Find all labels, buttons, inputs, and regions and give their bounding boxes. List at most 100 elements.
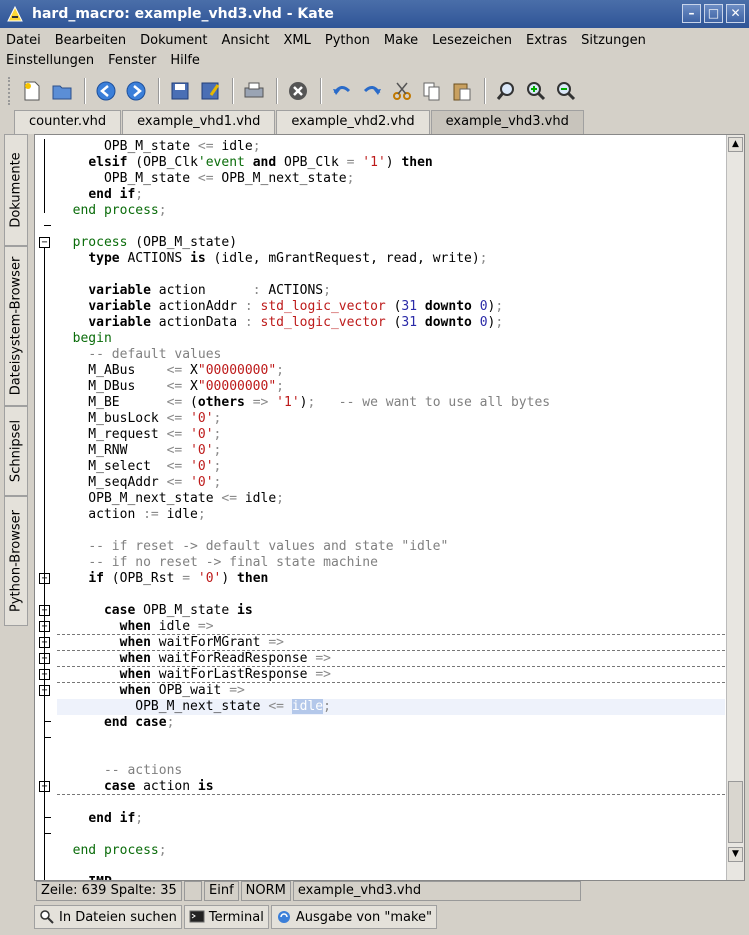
code-line[interactable]: M_busLock <= '0'; <box>57 411 725 427</box>
scroll-thumb[interactable] <box>728 781 743 843</box>
forward-icon[interactable] <box>122 77 150 105</box>
code-line[interactable]: end if; <box>57 811 725 827</box>
code-line[interactable] <box>57 795 725 811</box>
code-editor[interactable]: −−−++++−+ OPB_M_state <= idle; elsif (OP… <box>34 134 745 881</box>
code-line[interactable]: M_RNW <= '0'; <box>57 443 725 459</box>
menu-sitzungen[interactable]: Sitzungen <box>581 31 646 51</box>
code-line[interactable]: -- if no reset -> final state machine <box>57 555 725 571</box>
menu-xml[interactable]: XML <box>283 31 310 51</box>
code-line[interactable] <box>57 219 725 235</box>
find-icon[interactable] <box>492 77 520 105</box>
vertical-scrollbar[interactable]: ▲ ▼ <box>726 135 744 880</box>
menu-python[interactable]: Python <box>325 31 370 51</box>
tool-tab-make-output[interactable]: Ausgabe von "make" <box>270 905 438 929</box>
code-line[interactable]: M_request <= '0'; <box>57 427 725 443</box>
toolbar-grip[interactable] <box>8 77 12 105</box>
sidetab-python-browser[interactable]: Python-Browser <box>4 496 28 626</box>
tab-example-vhd2[interactable]: example_vhd2.vhd <box>276 110 430 134</box>
close-window-icon[interactable]: ✕ <box>726 4 745 23</box>
new-file-icon[interactable] <box>18 77 46 105</box>
back-icon[interactable] <box>92 77 120 105</box>
tool-tab-terminal[interactable]: Terminal <box>183 905 269 929</box>
tab-example-vhd1[interactable]: example_vhd1.vhd <box>122 110 276 134</box>
code-line[interactable]: when waitForReadResponse => <box>57 651 725 667</box>
code-line[interactable]: case action is <box>57 779 725 795</box>
tab-example-vhd3[interactable]: example_vhd3.vhd <box>430 110 584 134</box>
code-line[interactable] <box>57 827 725 843</box>
redo-icon[interactable] <box>358 77 386 105</box>
menu-lesezeichen[interactable]: Lesezeichen <box>432 31 512 51</box>
code-line[interactable]: variable actionData : std_logic_vector (… <box>57 315 725 331</box>
code-line[interactable] <box>57 267 725 283</box>
code-line[interactable]: end process; <box>57 843 725 859</box>
code-line[interactable]: type ACTIONS is (idle, mGrantRequest, re… <box>57 251 725 267</box>
menu-dokument[interactable]: Dokument <box>140 31 207 51</box>
maximize-icon[interactable]: □ <box>704 4 723 23</box>
code-line[interactable] <box>57 859 725 875</box>
zoom-in-icon[interactable] <box>522 77 550 105</box>
code-line[interactable]: if (OPB_Rst = '0') then <box>57 571 725 587</box>
code-line[interactable]: end if; <box>57 187 725 203</box>
code-line[interactable] <box>57 747 725 763</box>
undo-icon[interactable] <box>328 77 356 105</box>
paste-icon[interactable] <box>448 77 476 105</box>
menu-make[interactable]: Make <box>384 31 418 51</box>
code-line[interactable]: when OPB_wait => <box>57 683 725 699</box>
save-icon[interactable] <box>166 77 194 105</box>
tab-counter[interactable]: counter.vhd <box>14 110 122 134</box>
code-line[interactable]: M_BE <= (others => '1'); -- we want to u… <box>57 395 725 411</box>
scroll-down-icon[interactable]: ▼ <box>728 847 743 862</box>
code-line[interactable]: OPB_M_next_state <= idle; <box>57 699 725 715</box>
menu-einstellungen[interactable]: Einstellungen <box>6 51 94 71</box>
sidetab-schnipsel[interactable]: Schnipsel <box>4 406 28 496</box>
code-line[interactable]: end case; <box>57 715 725 731</box>
code-line[interactable]: -- default values <box>57 347 725 363</box>
fold-collapse-icon[interactable]: − <box>39 237 50 248</box>
print-icon[interactable] <box>240 77 268 105</box>
code-line[interactable]: when waitForLastResponse => <box>57 667 725 683</box>
code-line[interactable]: M_ABus <= X"00000000"; <box>57 363 725 379</box>
code-line[interactable]: OPB_M_state <= idle; <box>57 139 725 155</box>
menu-hilfe[interactable]: Hilfe <box>170 51 200 71</box>
copy-icon[interactable] <box>418 77 446 105</box>
code-line[interactable]: when idle => <box>57 619 725 635</box>
cut-icon[interactable] <box>388 77 416 105</box>
menu-datei[interactable]: Datei <box>6 31 41 51</box>
tool-tab-find-in-files[interactable]: In Dateien suchen <box>34 905 182 929</box>
scroll-up-icon[interactable]: ▲ <box>728 137 743 152</box>
code-line[interactable] <box>57 523 725 539</box>
code-line[interactable]: case OPB_M_state is <box>57 603 725 619</box>
code-line[interactable]: variable actionAddr : std_logic_vector (… <box>57 299 725 315</box>
menu-extras[interactable]: Extras <box>526 31 567 51</box>
code-area[interactable]: OPB_M_state <= idle; elsif (OPB_Clk'even… <box>57 139 725 880</box>
code-line[interactable]: -- if reset -> default values and state … <box>57 539 725 555</box>
code-line[interactable]: begin <box>57 331 725 347</box>
code-line[interactable]: when waitForMGrant => <box>57 635 725 651</box>
code-line[interactable]: OPB_M_state <= OPB_M_next_state; <box>57 171 725 187</box>
menu-ansicht[interactable]: Ansicht <box>221 31 269 51</box>
code-line[interactable] <box>57 587 725 603</box>
code-line[interactable]: process (OPB_M_state) <box>57 235 725 251</box>
code-line[interactable]: M_seqAddr <= '0'; <box>57 475 725 491</box>
insert-mode[interactable]: Einf <box>204 881 239 901</box>
close-icon[interactable] <box>284 77 312 105</box>
fold-end-marker <box>44 833 51 834</box>
sidetab-dokumente[interactable]: Dokumente <box>4 134 28 246</box>
minimize-icon[interactable]: – <box>682 4 701 23</box>
save-as-icon[interactable] <box>196 77 224 105</box>
code-line[interactable]: OPB_M_next_state <= idle; <box>57 491 725 507</box>
code-line[interactable]: M_DBus <= X"00000000"; <box>57 379 725 395</box>
zoom-out-icon[interactable] <box>552 77 580 105</box>
menu-bearbeiten[interactable]: Bearbeiten <box>55 31 126 51</box>
code-line[interactable]: end process; <box>57 203 725 219</box>
selection-mode[interactable]: NORM <box>240 881 291 901</box>
sidetab-dateisystem-browser[interactable]: Dateisystem-Browser <box>4 246 28 406</box>
code-line[interactable]: -- actions <box>57 763 725 779</box>
open-file-icon[interactable] <box>48 77 76 105</box>
menu-fenster[interactable]: Fenster <box>108 51 156 71</box>
code-line[interactable] <box>57 731 725 747</box>
code-line[interactable]: elsif (OPB_Clk'event and OPB_Clk = '1') … <box>57 155 725 171</box>
code-line[interactable]: M_select <= '0'; <box>57 459 725 475</box>
code-line[interactable]: action := idle; <box>57 507 725 523</box>
code-line[interactable]: variable action : ACTIONS; <box>57 283 725 299</box>
